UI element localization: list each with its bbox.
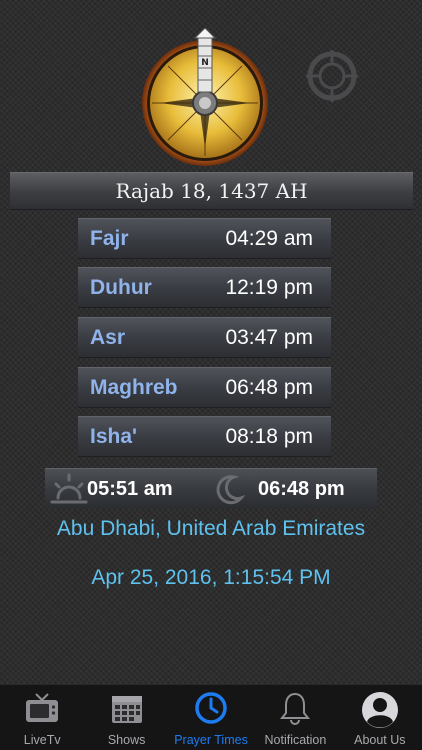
tv-icon: [26, 693, 59, 722]
tab-label: About Us: [354, 733, 406, 747]
tab-shows[interactable]: Shows: [84, 685, 168, 750]
hijri-date: Rajab 18, 1437 AH: [115, 179, 308, 203]
prayer-time: 06:48 pm: [225, 375, 313, 399]
tab-about-us[interactable]: About Us: [338, 685, 422, 750]
tab-livetv[interactable]: LiveTv: [0, 685, 84, 750]
prayer-name: Isha': [90, 424, 138, 448]
sunrise-icon: [49, 471, 89, 507]
prayer-row-isha: Isha' 08:18 pm: [78, 416, 331, 457]
tab-label: Prayer Times: [174, 733, 248, 747]
tab-prayer-times[interactable]: Prayer Times: [169, 685, 253, 750]
prayer-row-maghreb: Maghreb 06:48 pm: [78, 367, 331, 408]
crosshair-icon[interactable]: [306, 50, 358, 102]
current-datetime: Apr 25, 2016, 1:15:54 PM: [91, 566, 331, 589]
tab-label: LiveTv: [23, 733, 61, 747]
location-label: Abu Dhabi, United Arab Emirates: [56, 517, 366, 540]
prayer-row-asr: Asr 03:47 pm: [78, 317, 331, 358]
calendar-icon: [111, 696, 142, 723]
compass-north-label: N: [201, 58, 209, 68]
tab-label: Shows: [107, 733, 146, 747]
prayer-row-duhur: Duhur 12:19 pm: [78, 267, 331, 308]
moon-icon: [209, 471, 249, 507]
sunrise-time: 05:51 am: [87, 478, 173, 500]
tab-label: Notification: [264, 733, 327, 747]
hijri-date-bar: Rajab 18, 1437 AH: [10, 172, 413, 210]
sunrise-sunset-bar: 05:51 am 06:48 pm: [45, 468, 377, 508]
prayer-name: Duhur: [90, 275, 152, 299]
prayer-time: 12:19 pm: [225, 275, 313, 299]
prayer-name: Maghreb: [90, 375, 178, 399]
prayer-time: 08:18 pm: [225, 424, 313, 448]
tab-notification[interactable]: Notification: [253, 685, 337, 750]
bell-icon: [280, 692, 311, 725]
prayer-time: 03:47 pm: [225, 325, 313, 349]
compass-icon: N: [140, 27, 270, 166]
prayer-time: 04:29 am: [225, 226, 313, 250]
clock-icon: [195, 692, 227, 724]
prayer-name: Asr: [90, 325, 126, 349]
prayer-name: Fajr: [90, 226, 129, 250]
sunset-time: 06:48 pm: [258, 478, 345, 500]
tab-bar: LiveTv Shows Prayer Times Notification A…: [0, 684, 422, 750]
person-icon: [361, 692, 398, 728]
prayer-row-fajr: Fajr 04:29 am: [78, 218, 331, 259]
